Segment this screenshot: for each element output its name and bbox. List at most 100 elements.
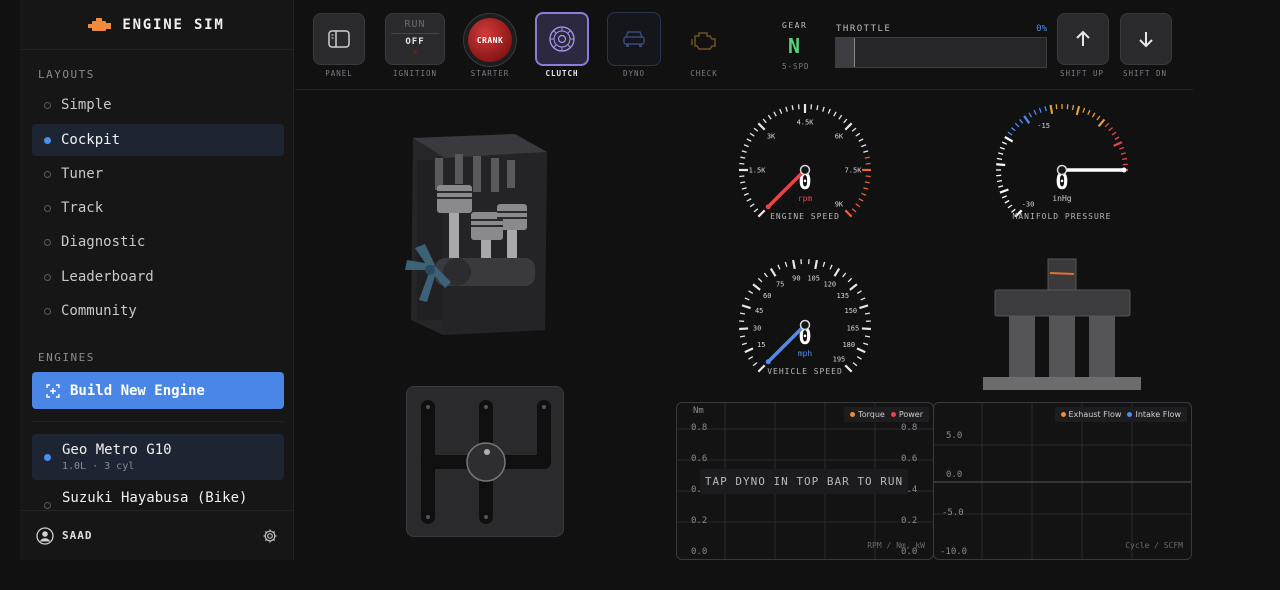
gauge-tick [763,272,768,278]
sidebar-footer: SAAD [20,510,294,560]
gauge-tick [1001,195,1007,199]
gauge-needle-tip [1121,167,1127,173]
panel-button[interactable] [313,13,365,65]
gauge-tick [739,335,746,338]
gauge-tick [784,261,788,267]
engine-3d-view[interactable] [395,130,555,340]
gauge-tick [749,132,755,137]
gauge-tick [864,312,871,315]
arrow-up-icon [1076,30,1090,46]
gauge-tick [847,277,853,283]
gauge-tick [822,106,825,112]
engine-detail: 1.0L · 3 cyl [62,461,135,472]
shift-knob [466,442,506,482]
shift-up-button[interactable] [1057,13,1109,65]
clutch-disc-icon [549,26,575,52]
gauge-tick [863,187,869,190]
gauge-tick [856,290,862,294]
gauge-tick [741,304,751,310]
vehicle-speed-gauge: 195180165150135120105907560453015 0 mph … [739,259,871,376]
gauge-tick [1082,107,1086,113]
layout-item-diagnostic[interactable]: Diagnostic [32,226,284,258]
radio-dot-icon [44,136,51,144]
add-icon [46,383,60,398]
layout-item-community[interactable]: Community [32,295,284,327]
gauge-tick [861,144,867,148]
gauge-tick-label: 120 [824,280,837,288]
dyno-button[interactable] [607,12,661,66]
gauge-tick [844,209,853,218]
gauge-tick [757,209,766,218]
gauge-tick [861,327,871,331]
build-button-label: Build New Engine [70,382,205,399]
gauge-tick [1097,118,1106,128]
engine-item-geo-metro[interactable]: Geo Metro G10 1.0L · 3 cyl [32,434,284,480]
gauge-tick [851,208,857,213]
gauge-tick [757,364,766,373]
throttle-percent: 0% [1036,24,1047,34]
gauge-tick [752,283,761,291]
gauge-tick-label: 60 [763,292,771,300]
layout-label: Track [61,200,104,216]
engine-speed-gauge: 9K7.5K6K4.5K3K1.5K 0 rpm ENGINE SPEED [739,104,871,221]
radio-dot-icon [44,307,51,315]
gauge-tick [1033,109,1037,115]
layout-item-tuner[interactable]: Tuner [32,158,284,190]
ignition-led-icon [413,50,417,54]
gauge-tick [744,347,754,354]
user-avatar-icon[interactable] [36,526,54,545]
gauge-tick [858,198,864,202]
gauge-tick-label: 4.5K [797,119,815,127]
gauge-tick [1111,131,1117,136]
throttle-handle[interactable] [836,38,855,67]
flow-tick: 5.0 [946,431,963,441]
gauge-tick [1096,115,1101,121]
radio-dot-icon [44,273,51,281]
gauge-tick [1091,112,1096,118]
gauge-tick [1075,105,1081,116]
starter-button[interactable]: CRANK [463,13,517,67]
gauge-tick [822,261,826,267]
gauge-tick [1071,104,1075,111]
gauge-tick [1019,119,1024,124]
gauge-tick [1004,199,1010,204]
gauge-tick [860,297,866,301]
gauge-tick [1121,157,1128,161]
engine-name: Suzuki Hayabusa (Bike) [62,490,248,506]
shift-down-button[interactable] [1120,13,1172,65]
gauge-tick-label: 30 [753,324,761,332]
gear-icon[interactable] [262,528,278,544]
user-name: SAAD [62,529,93,542]
app-title: ENGINE SIM [122,16,225,33]
dyno-axis-note: RPM / Nm, kW [867,541,925,550]
gauge-tick-label: 7.5K [845,167,863,175]
gauge-tick [741,187,747,190]
engine-item-hayabusa[interactable]: Suzuki Hayabusa (Bike) [32,486,284,510]
gauge-tick [757,122,766,131]
sidebar-toggle-icon [328,30,350,48]
gearbox-type: 5-SPD [782,62,810,71]
clutch-button[interactable] [535,12,589,66]
layout-label: Leaderboard [61,269,154,285]
layout-item-simple[interactable]: Simple [32,89,284,121]
gear-shift-gate[interactable] [406,386,564,537]
divider [32,421,284,422]
ignition-switch[interactable]: RUN OFF [385,13,445,65]
flow-tick: -10.0 [940,547,968,557]
gauge-tick [785,106,788,112]
dyno-car-icon [623,31,645,47]
gauge-tick [996,157,1003,161]
gauge-tick [1014,122,1020,128]
layout-item-leaderboard[interactable]: Leaderboard [32,261,284,293]
throttle-slider[interactable] [835,37,1047,68]
dyno-right-tick: 0.8 [901,423,918,433]
build-new-engine-button[interactable]: Build New Engine [32,372,284,409]
gauge-tick [856,347,866,354]
flow-tick: -5.0 [942,508,964,518]
gauge-tick [1004,136,1014,143]
layout-item-cockpit[interactable]: Cockpit [32,124,284,156]
layout-item-track[interactable]: Track [32,192,284,224]
gauge-tick [863,150,869,153]
gauge-tick [773,111,777,117]
gauge-tick [998,185,1004,188]
